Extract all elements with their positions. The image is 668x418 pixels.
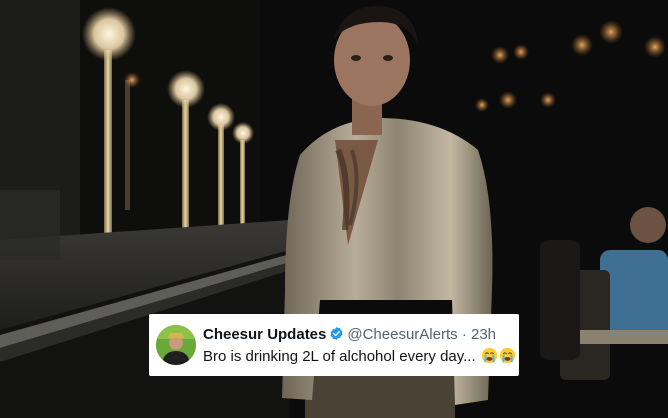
handle[interactable]: @CheesurAlerts <box>347 326 457 343</box>
tweet-card[interactable]: Cheesur Updates @CheesurAlerts · 23h Bro … <box>149 314 519 376</box>
display-name[interactable]: Cheesur Updates <box>203 326 326 343</box>
tweet-body: Bro is drinking 2L of alchohol every day… <box>203 348 476 365</box>
verified-badge-icon <box>329 326 344 341</box>
avatar[interactable] <box>156 325 196 365</box>
separator-dot: · <box>461 326 467 343</box>
tweet-text: Bro is drinking 2L of alchohol every day… <box>203 347 516 366</box>
tweet-header: Cheesur Updates @CheesurAlerts · 23h <box>203 326 496 344</box>
loudly-crying-face-icon <box>481 347 498 364</box>
loudly-crying-face-icon <box>499 347 516 364</box>
timestamp[interactable]: 23h <box>471 326 496 343</box>
